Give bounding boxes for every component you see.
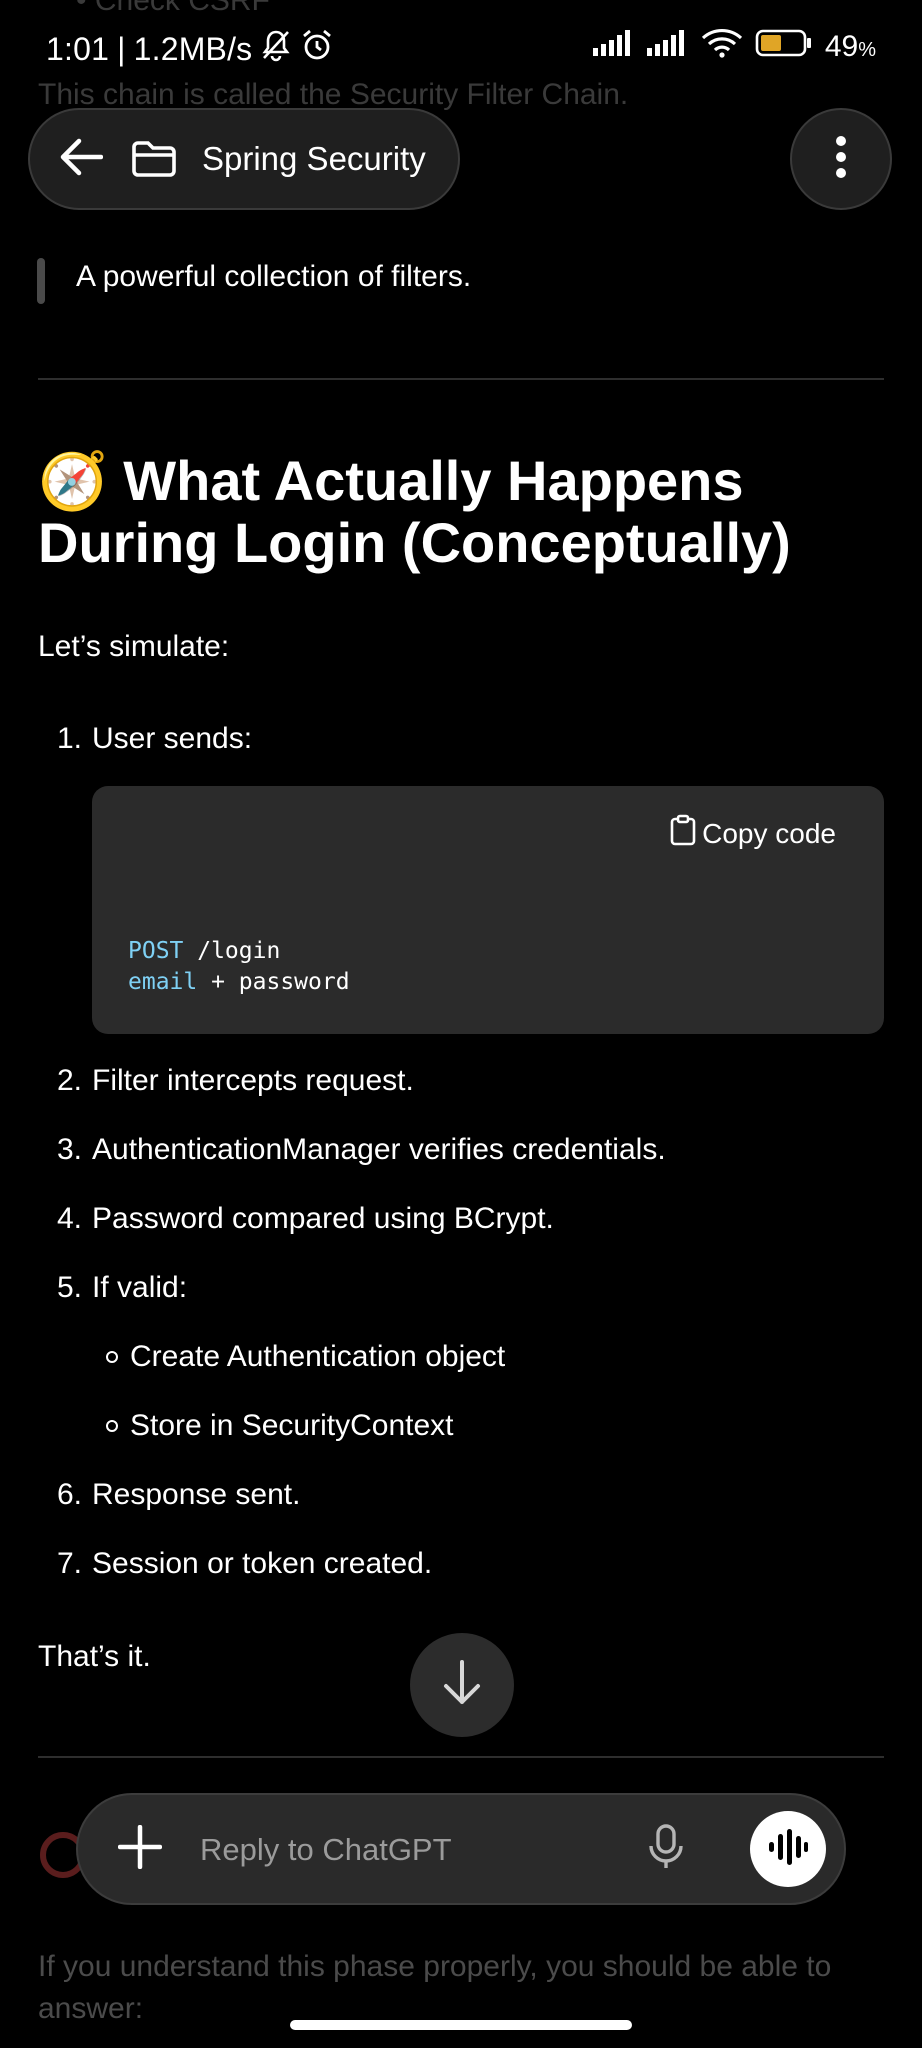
battery-icon [755, 29, 813, 65]
microphone-icon [648, 1823, 684, 1875]
microphone-button[interactable] [638, 1821, 694, 1877]
list-item: Session or token created. [92, 1547, 433, 1580]
list-number: 5. [56, 1271, 82, 1304]
plus-icon [117, 1824, 163, 1874]
mute-bell-icon [260, 28, 292, 70]
list-number: 4. [56, 1202, 82, 1235]
code-text: + password [197, 969, 350, 995]
header-pill: Spring Security [28, 108, 460, 210]
list-number: 6. [56, 1478, 82, 1511]
folder-icon [130, 139, 182, 179]
section-heading: 🧭 What Actually Happens During Login (Co… [38, 450, 898, 574]
network-speed: 1.2MB/s [133, 30, 253, 67]
outro-text: That’s it. [38, 1640, 151, 1673]
list-number: 2. [56, 1064, 82, 1097]
intro-text: Let’s simulate: [38, 630, 230, 663]
list-item: User sends: [92, 722, 253, 755]
ghost-next-paragraph: If you understand this phase properly, y… [38, 1950, 832, 2025]
sub-list-item: Store in SecurityContext [130, 1409, 454, 1442]
list-number: 1. [56, 722, 82, 755]
blockquote-bar [37, 258, 45, 304]
list-number: 7. [56, 1547, 82, 1580]
code-content: POST /login email + password [128, 936, 350, 998]
home-indicator[interactable] [290, 2020, 632, 2030]
compass-icon: 🧭 [38, 449, 108, 512]
reply-input[interactable] [198, 1823, 522, 1877]
wifi-icon [701, 28, 743, 66]
more-options-button[interactable] [790, 108, 892, 210]
list-number: 3. [56, 1133, 82, 1166]
copy-code-label: Copy code [702, 817, 836, 849]
list-item: Filter intercepts request. [92, 1064, 414, 1097]
more-vertical-icon [835, 135, 847, 184]
clipboard-icon [670, 814, 696, 853]
code-keyword: POST [128, 938, 184, 964]
arrow-down-icon [442, 1659, 482, 1711]
list-item: Password compared using BCrypt. [92, 1202, 554, 1235]
sub-bullet [106, 1420, 118, 1432]
code-keyword: email [128, 969, 198, 995]
section-heading-text: What Actually Happens During Login (Conc… [38, 449, 791, 574]
blockquote-text: A powerful collection of filters. [76, 260, 472, 293]
sub-list-item: Create Authentication object [130, 1340, 506, 1373]
project-title[interactable]: Spring Security [202, 140, 426, 178]
list-item: AuthenticationManager verifies credentia… [92, 1133, 666, 1166]
battery-percent: 49 [824, 30, 859, 63]
ghost-chain-text: This chain is called the Security Filter… [38, 78, 629, 111]
back-button[interactable] [30, 109, 130, 209]
list-item: If valid: [92, 1271, 188, 1304]
status-time: 1:01 [46, 30, 110, 67]
add-attachment-button[interactable] [112, 1821, 168, 1877]
ghost-bullet-text: • Check CSRF [76, 0, 270, 17]
scroll-down-button[interactable] [410, 1633, 514, 1737]
divider [38, 378, 884, 380]
back-arrow-icon [57, 137, 104, 182]
code-text: /login [183, 938, 281, 964]
status-bar-left: 1:01 | 1.2MB/s [46, 28, 334, 70]
list-item: Response sent. [92, 1478, 301, 1511]
code-block: Copy code POST /login email + password [92, 786, 884, 1034]
voice-waveform-icon [767, 1828, 809, 1870]
signal-icon [646, 30, 689, 64]
voice-mode-button[interactable] [750, 1811, 826, 1887]
alarm-icon [300, 28, 334, 70]
copy-code-button[interactable]: Copy code [670, 814, 836, 853]
signal-icon [592, 30, 635, 64]
divider [38, 1756, 884, 1758]
sub-bullet [106, 1351, 118, 1363]
battery-unit: % [858, 39, 876, 61]
status-bar-right: 49% [592, 28, 876, 66]
message-composer [76, 1793, 846, 1905]
